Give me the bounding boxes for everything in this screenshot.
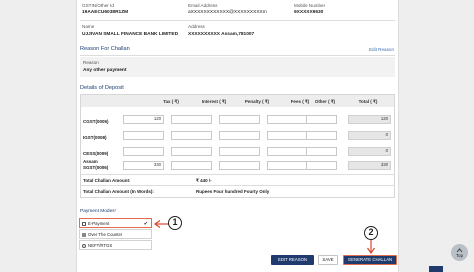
igst-interest-input[interactable] <box>171 131 212 140</box>
divider <box>80 55 395 56</box>
cess-other-input[interactable] <box>306 147 337 156</box>
cgst-interest-input[interactable] <box>171 115 212 124</box>
row-label-sgst: SGST(0006) <box>83 165 109 170</box>
address-label: Address <box>188 24 205 29</box>
total-amount-value: ₹ 440 /- <box>196 178 212 183</box>
payment-modes-label: Payment Modes* <box>80 209 117 214</box>
step-2-marker: 2 <box>364 226 378 240</box>
mobile-value: 9XXXXX9630 <box>294 10 324 15</box>
payment-option-epayment[interactable]: E-Payment ✔ <box>79 218 152 228</box>
deposit-section-title: Details of Deposit <box>80 85 124 91</box>
save-button[interactable]: SAVE <box>318 255 338 265</box>
otc-label: Over The Counter <box>88 232 123 237</box>
igst-penalty-input[interactable] <box>219 131 260 140</box>
payment-option-otc[interactable]: Over The Counter <box>79 229 152 239</box>
bank-icon <box>82 233 86 237</box>
name-value: UJJIVAN SMALL FINANCE BANK LIMITED <box>82 32 179 37</box>
transfer-icon <box>82 244 86 248</box>
edit-reason-link[interactable]: Edit Reason <box>369 47 394 52</box>
cess-interest-input[interactable] <box>171 147 212 156</box>
reason-box <box>80 57 395 77</box>
divider <box>81 185 394 186</box>
sgst-fees-input[interactable] <box>267 161 308 170</box>
divider <box>81 174 394 175</box>
row-label-cgst: CGST(0005) <box>83 119 109 124</box>
cgst-fees-input[interactable] <box>267 115 308 124</box>
col-interest: Interest ( ₹) <box>201 99 227 104</box>
row-label-igst: IGST(0008) <box>83 135 107 140</box>
sgst-interest-input[interactable] <box>171 161 212 170</box>
payment-option-neft[interactable]: NEFT/RTGS <box>79 240 152 250</box>
step-1-marker: 1 <box>168 216 182 230</box>
reason-label: Reason <box>83 60 99 65</box>
igst-total-field: 0 <box>348 131 391 140</box>
igst-fees-input[interactable] <box>267 131 308 140</box>
reason-value: Any other payment <box>83 68 127 73</box>
igst-other-input[interactable] <box>306 131 337 140</box>
epayment-label: E-Payment <box>88 221 110 226</box>
sgst-penalty-input[interactable] <box>219 161 260 170</box>
arrow-down-icon <box>367 240 375 254</box>
row-label-cess: CESS(0009) <box>83 151 109 156</box>
cgst-tax-input[interactable]: 120 <box>123 115 164 124</box>
sgst-tax-input[interactable]: 330 <box>123 161 164 170</box>
neft-label: NEFT/RTGS <box>88 243 113 248</box>
scroll-tab[interactable] <box>429 266 443 272</box>
col-penalty: Penalty ( ₹) <box>244 99 270 104</box>
top-label: Top <box>456 253 463 258</box>
checkmark-icon: ✔ <box>143 221 148 227</box>
cgst-total-field: 120 <box>348 115 391 124</box>
address-value: XXXXXXXXXX Assam,781007 <box>188 32 255 37</box>
cess-tax-input[interactable] <box>123 147 164 156</box>
back-to-top-button[interactable]: Top <box>451 244 468 261</box>
name-label: Name <box>82 24 95 29</box>
cess-fees-input[interactable] <box>267 147 308 156</box>
mobile-label: Mobile Number <box>294 3 326 8</box>
sgst-other-input[interactable] <box>306 161 337 170</box>
col-tax: Tax ( ₹) <box>163 99 179 104</box>
cess-penalty-input[interactable] <box>219 147 260 156</box>
gstin-label: GSTIN/Other Id <box>82 3 114 8</box>
divider <box>80 20 395 21</box>
col-other: Other ( ₹) <box>314 99 336 104</box>
row-label-state: Assam <box>83 159 98 164</box>
email-value: aXXXXXXXXXXXX@XXXXXXXXXm <box>188 10 267 15</box>
cess-total-field: 0 <box>348 147 391 156</box>
card-icon <box>82 222 86 226</box>
total-words-value: Rupees Four hundred Fourty Only <box>196 189 270 194</box>
sgst-total-field: 330 <box>348 161 391 170</box>
gstin-value: 19AAECU6038R1ZM <box>82 10 129 15</box>
total-amount-label: Total Challan Amount: <box>83 178 131 183</box>
total-words-label: Total Challan Amount (In Words): <box>83 189 154 194</box>
edit-reason-button[interactable]: EDIT REASON <box>271 255 314 265</box>
igst-tax-input[interactable] <box>123 131 164 140</box>
cgst-penalty-input[interactable] <box>219 115 260 124</box>
generate-challan-button[interactable]: GENERATE CHALLAN <box>343 255 397 265</box>
col-total: Total ( ₹) <box>358 99 378 104</box>
reason-section-title: Reason For Challan <box>80 46 130 52</box>
email-label: Email Address <box>188 3 218 8</box>
cgst-other-input[interactable] <box>306 115 337 124</box>
